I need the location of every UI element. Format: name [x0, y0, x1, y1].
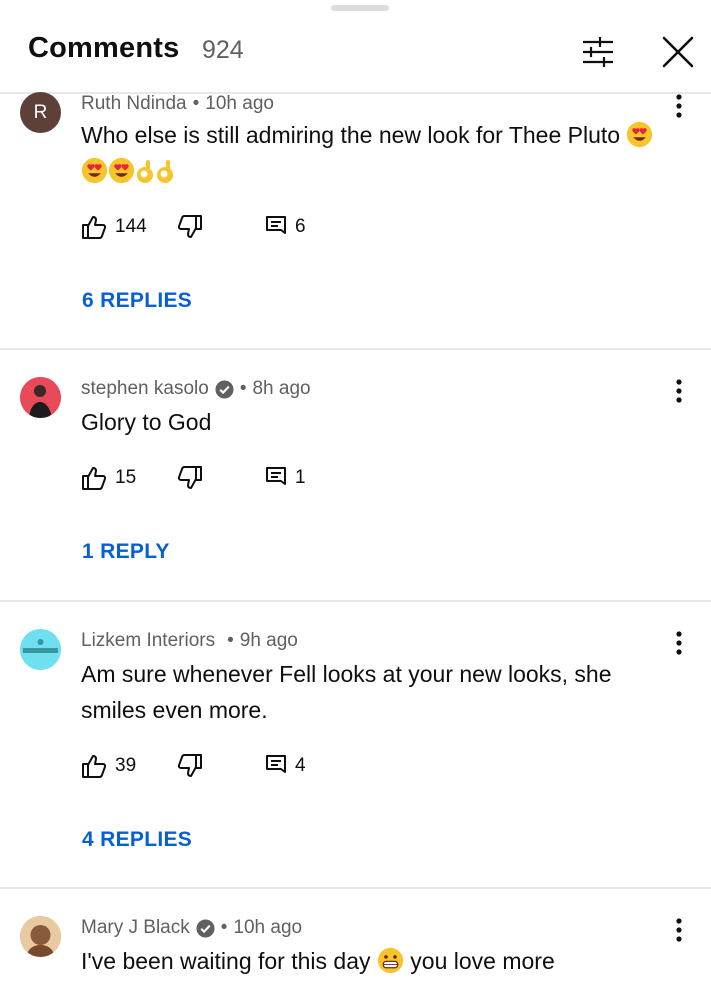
comment-meta: Lizkem Interiors • 9h ago [81, 630, 298, 652]
comment-text: Am sure whenever Fell looks at your new … [81, 656, 641, 728]
separator-dot: • [227, 630, 234, 651]
comment-item: Lizkem Interiors • 9h ago Am sure whenev… [0, 602, 711, 889]
reply-button[interactable]: 4 [265, 751, 306, 781]
like-button[interactable]: 15 [81, 463, 136, 493]
more-options-button[interactable] [667, 629, 691, 659]
drag-handle[interactable] [331, 5, 389, 11]
more-options-button[interactable] [667, 916, 691, 946]
ok-hand-emoji-icon [137, 160, 153, 183]
comment-reply-icon [266, 216, 286, 234]
comment-text-content: Glory to God [81, 409, 212, 435]
comment-text-after-emoji: you love more [410, 948, 555, 974]
comment-text: Who else is still admiring the new look … [81, 117, 691, 189]
comment-text-content: Am sure whenever Fell looks at your new … [81, 661, 612, 723]
dislike-button[interactable] [177, 463, 203, 493]
close-icon [662, 36, 694, 68]
avatar[interactable] [20, 377, 61, 418]
thumbs-up-icon [82, 467, 107, 490]
like-count: 15 [115, 467, 137, 488]
comment-actions: 15 1 [81, 463, 381, 493]
comment-reply-icon [266, 467, 286, 485]
timestamp: 9h ago [239, 630, 298, 651]
sort-filter-icon [583, 37, 613, 67]
separator-dot: • [192, 93, 200, 114]
avatar-letter: R [33, 101, 48, 123]
comment-reply-icon [266, 755, 286, 773]
thumbs-down-icon [177, 215, 202, 238]
heart-eyes-emoji-icon [81, 157, 108, 184]
comment-actions: 144 6 [81, 212, 381, 242]
grinning-emoji-icon [377, 947, 403, 974]
comments-header: Comments 924 [0, 0, 711, 94]
more-vert-icon [676, 918, 682, 942]
timestamp: 8h ago [252, 378, 311, 399]
reply-count: 6 [295, 216, 306, 237]
author-name[interactable]: stephen kasolo [81, 378, 209, 400]
more-options-button[interactable] [667, 377, 691, 407]
view-replies-link[interactable]: 4 REPLIES [82, 828, 192, 852]
comment-meta: Ruth Ndinda • 10h ago [81, 93, 274, 115]
verified-badge-icon [196, 918, 215, 938]
more-vert-icon [676, 631, 682, 655]
avatar[interactable]: R [20, 92, 61, 133]
reply-button[interactable]: 6 [265, 212, 306, 242]
like-button[interactable]: 39 [81, 751, 136, 781]
comment-text-content: Who else is still admiring the new look … [81, 122, 621, 148]
thumbs-down-icon [177, 754, 202, 777]
dislike-button[interactable] [177, 212, 203, 242]
comment-actions: 39 4 [81, 751, 381, 781]
comment-meta: Mary J Black • 10h ago [81, 917, 302, 939]
reply-button[interactable]: 1 [265, 463, 306, 493]
timestamp: 10h ago [233, 917, 303, 938]
reply-count: 1 [295, 467, 306, 488]
view-replies-link[interactable]: 1 REPLY [82, 540, 170, 564]
timestamp: 10h ago [205, 93, 274, 114]
comment-text: Glory to God [81, 404, 691, 440]
heart-eyes-emoji-icon [108, 157, 135, 184]
thumbs-up-icon [82, 755, 107, 778]
ok-hand-emoji-icon [157, 160, 173, 183]
verified-badge-icon [215, 379, 234, 399]
like-count: 39 [115, 755, 137, 776]
comment-count: 924 [202, 36, 244, 64]
dislike-button[interactable] [177, 751, 203, 781]
avatar-image [20, 377, 61, 418]
separator-dot: • [239, 378, 247, 399]
like-count: 144 [115, 216, 147, 237]
sort-filter-button[interactable] [578, 32, 618, 72]
more-vert-icon [676, 379, 682, 403]
author-name[interactable]: Lizkem Interiors [81, 630, 215, 652]
comment-text-before-emoji: I've been waiting for this day [81, 948, 371, 974]
avatar[interactable] [20, 916, 61, 957]
separator-dot: • [220, 917, 228, 938]
comment-item: Mary J Black • 10h ago I've been waiting… [0, 889, 711, 997]
comment-meta: stephen kasolo • 8h ago [81, 378, 311, 400]
thumbs-down-icon [177, 466, 202, 489]
comment-text: I've been waiting for this day you love … [81, 943, 691, 979]
avatar-image [20, 629, 61, 670]
reply-count: 4 [295, 755, 306, 776]
page-title: Comments [28, 32, 180, 64]
avatar-image [20, 916, 61, 957]
heart-eyes-emoji-icon [627, 121, 653, 148]
comment-item: stephen kasolo • 8h ago Glory to God 15 … [0, 350, 711, 602]
comment-item: R Ruth Ndinda • 10h ago Who else is stil… [0, 92, 711, 350]
view-replies-link[interactable]: 6 REPLIES [82, 289, 192, 313]
author-name[interactable]: Mary J Black [81, 917, 190, 939]
avatar[interactable] [20, 629, 61, 670]
like-button[interactable]: 144 [81, 212, 147, 242]
thumbs-up-icon [82, 216, 107, 239]
author-name[interactable]: Ruth Ndinda [81, 93, 187, 115]
close-button[interactable] [658, 32, 698, 72]
